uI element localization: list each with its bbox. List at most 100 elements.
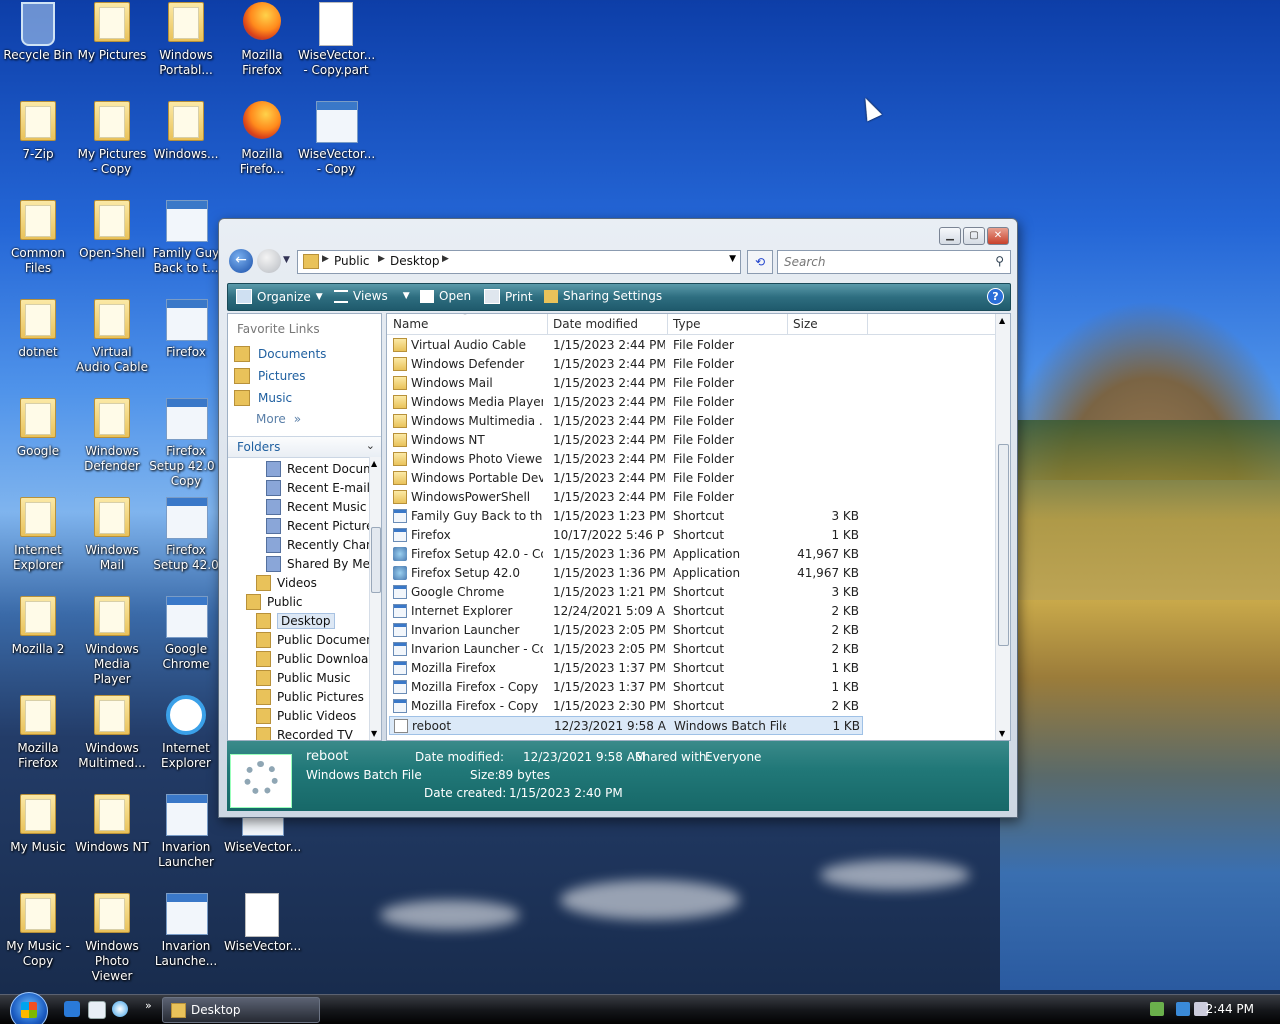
desktop-icon[interactable]: My Pictures - Copy xyxy=(74,99,150,177)
organize-button[interactable]: Organize ▼ xyxy=(236,289,323,304)
scrollbar-thumb[interactable] xyxy=(371,527,381,593)
network-icon[interactable] xyxy=(1176,1002,1190,1016)
favorite-link-music[interactable]: Music xyxy=(234,390,292,406)
desktop-icon[interactable]: Family Guy Back to t... xyxy=(148,198,224,276)
explorer-window[interactable]: ▁ ▢ ✕ ← ▼ ▶ Public ▶ Desktop ▶ ▼ ⟲ Searc… xyxy=(218,218,1018,818)
table-row[interactable]: Google Chrome 1/15/2023 1:21 PM Shortcut 3 … xyxy=(389,583,863,602)
table-row[interactable]: Firefox 10/17/2022 5:46 PM Shortcut 1 KB xyxy=(389,526,863,545)
tree-item[interactable]: Recent Music xyxy=(266,499,366,515)
tree-item[interactable]: Public Pictures xyxy=(256,689,364,705)
show-desktop-icon[interactable] xyxy=(88,1001,106,1019)
tree-item[interactable]: Public Documen xyxy=(256,632,370,648)
desktop-icon[interactable]: Windows... xyxy=(148,99,224,162)
internet-explorer-icon[interactable] xyxy=(112,1001,128,1017)
desktop-icon[interactable]: Google Chrome xyxy=(148,594,224,672)
desktop-icon[interactable]: Common Files xyxy=(0,198,76,276)
desktop-icon[interactable]: Firefox Setup 42.0 xyxy=(148,495,224,573)
desktop-icon[interactable]: dotnet xyxy=(0,297,76,360)
folder-tree-scrollbar[interactable]: ▲ ▼ xyxy=(369,457,381,740)
chevron-down-icon[interactable]: ▼ xyxy=(729,254,736,264)
desktop-icon[interactable]: My Music xyxy=(0,792,76,855)
table-row[interactable]: Invarion Launcher - Co... 1/15/2023 2:05 … xyxy=(389,640,863,659)
print-button[interactable]: Print xyxy=(484,289,533,304)
desktop-icon[interactable]: Windows Mail xyxy=(74,495,150,573)
column-header-type[interactable]: Type xyxy=(673,317,701,331)
forward-button[interactable] xyxy=(257,249,281,273)
taskbar-button-desktop[interactable]: Desktop xyxy=(162,997,320,1023)
chevron-right-icon[interactable]: ▶ xyxy=(378,254,385,264)
table-row[interactable]: WindowsPowerShell 1/15/2023 2:44 PM File F… xyxy=(389,488,863,507)
table-row[interactable]: Family Guy Back to the... 1/15/2023 1:23 … xyxy=(389,507,863,526)
table-row[interactable]: Mozilla Firefox - Copy ... 1/15/2023 2:30… xyxy=(389,697,863,716)
table-row[interactable]: Firefox Setup 42.0 1/15/2023 1:36 PM Appli… xyxy=(389,564,863,583)
search-input[interactable]: Search ⚲ xyxy=(777,250,1011,274)
tree-item[interactable]: Recently Chan xyxy=(266,537,370,553)
scroll-up-icon[interactable]: ▲ xyxy=(371,459,377,468)
breadcrumb-public[interactable]: Public xyxy=(334,254,370,268)
tree-item[interactable]: Public Videos xyxy=(256,708,356,724)
table-row[interactable]: Internet Explorer 12/24/2021 5:09 AM Short… xyxy=(389,602,863,621)
minimize-button[interactable]: ▁ xyxy=(939,227,961,245)
desktop-icon[interactable]: Internet Explorer xyxy=(0,495,76,573)
table-row[interactable]: Windows Portable Dev... 1/15/2023 2:44 PM… xyxy=(389,469,863,488)
tree-item[interactable]: Public Music xyxy=(256,670,350,686)
desktop-icon[interactable]: Windows NT xyxy=(74,792,150,855)
desktop-icon[interactable]: My Pictures xyxy=(74,0,150,63)
desktop-icon[interactable]: WiseVector... xyxy=(224,891,301,954)
desktop-icon[interactable]: WiseVector... - Copy xyxy=(298,99,375,177)
tree-item[interactable]: Public xyxy=(246,594,303,610)
tree-item[interactable]: Recent Picture xyxy=(266,518,370,534)
favorite-link-pictures[interactable]: Pictures xyxy=(234,368,306,384)
scroll-down-icon[interactable]: ▼ xyxy=(999,729,1005,738)
folders-header[interactable]: Folders ⌄ xyxy=(228,436,381,458)
desktop-icon[interactable]: Internet Explorer xyxy=(148,693,224,771)
security-icon[interactable] xyxy=(1150,1002,1164,1016)
quicklaunch-browser-icon[interactable] xyxy=(64,1001,80,1017)
desktop-icon[interactable]: 7-Zip xyxy=(0,99,76,162)
desktop-icon[interactable]: WiseVector... - Copy.part xyxy=(298,0,375,78)
tree-item[interactable]: Desktop xyxy=(256,613,335,629)
quicklaunch-overflow-icon[interactable]: » xyxy=(145,999,152,1012)
desktop-icon[interactable]: Windows Multimed... xyxy=(74,693,150,771)
desktop-icon[interactable]: Google xyxy=(0,396,76,459)
sharing-settings-button[interactable]: Sharing Settings xyxy=(544,289,662,303)
tree-item[interactable]: Recent E-mail xyxy=(266,480,370,496)
table-row[interactable]: Windows Photo Viewer 1/15/2023 2:44 PM Fil… xyxy=(389,450,863,469)
tree-item[interactable]: Recorded TV xyxy=(256,727,353,740)
desktop-icon[interactable]: Windows Portabl... xyxy=(148,0,224,78)
tree-item[interactable]: Videos xyxy=(256,575,317,591)
table-row[interactable]: Invarion Launcher 1/15/2023 2:05 PM Shortc… xyxy=(389,621,863,640)
chevron-right-icon[interactable]: ▶ xyxy=(442,254,449,264)
maximize-button[interactable]: ▢ xyxy=(963,227,985,245)
desktop-icon[interactable]: Windows Defender xyxy=(74,396,150,474)
start-button[interactable] xyxy=(10,992,48,1024)
scroll-up-icon[interactable]: ▲ xyxy=(999,316,1005,325)
desktop-icon[interactable]: Invarion Launcher xyxy=(148,792,224,870)
desktop-icon[interactable]: Firefox xyxy=(148,297,224,360)
back-button[interactable]: ← xyxy=(229,249,253,273)
tree-item[interactable]: Shared By Me xyxy=(266,556,370,572)
open-button[interactable]: Open xyxy=(420,289,471,303)
desktop-icon[interactable]: Mozilla Firefo... xyxy=(224,99,300,177)
table-row[interactable]: Windows Mail 1/15/2023 2:44 PM File Folder xyxy=(389,374,863,393)
file-list-scrollbar[interactable]: ▲ ▼ xyxy=(995,314,1010,740)
breadcrumb-desktop[interactable]: Desktop xyxy=(390,254,440,268)
table-row[interactable]: Firefox Setup 42.0 - Co... 1/15/2023 1:36… xyxy=(389,545,863,564)
chevron-right-icon[interactable]: ▶ xyxy=(322,254,329,264)
column-header-name[interactable]: Name xyxy=(393,317,428,331)
desktop-icon[interactable]: Invarion Launche... xyxy=(148,891,224,969)
desktop-icon[interactable]: Mozilla Firefox xyxy=(0,693,76,771)
search-icon[interactable]: ⚲ xyxy=(995,254,1004,268)
desktop-icon[interactable]: Firefox Setup 42.0 - Copy xyxy=(148,396,224,489)
table-row[interactable]: Virtual Audio Cable 1/15/2023 2:44 PM File… xyxy=(389,336,863,355)
tree-item[interactable]: Public Downloac xyxy=(256,651,370,667)
more-links-button[interactable]: More » xyxy=(256,412,301,426)
column-header-date[interactable]: Date modified xyxy=(553,317,638,331)
table-row[interactable]: Windows Media Player 1/15/2023 2:44 PM Fil… xyxy=(389,393,863,412)
desktop-icon[interactable]: Mozilla Firefox xyxy=(224,0,300,78)
tree-item[interactable]: Recent Docum xyxy=(266,461,370,477)
desktop-icon[interactable]: My Music - Copy xyxy=(0,891,76,969)
clock[interactable]: 2:44 PM xyxy=(1206,1002,1254,1016)
scrollbar-thumb[interactable] xyxy=(998,444,1009,646)
table-row[interactable]: Windows Defender 1/15/2023 2:44 PM File Fo… xyxy=(389,355,863,374)
